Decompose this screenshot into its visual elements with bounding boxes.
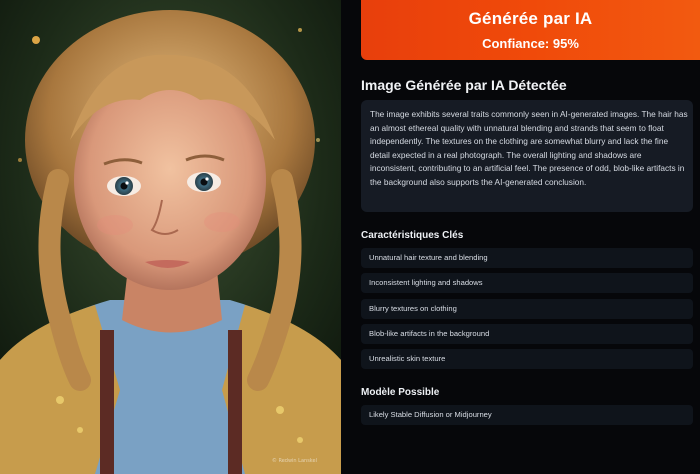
analysis-description: The image exhibits several traits common… [370,109,688,187]
features-title: Caractéristiques Clés [361,230,464,241]
feature-item: Unrealistic skin texture [361,349,693,369]
feature-item-label: Inconsistent lighting and shadows [369,278,483,287]
confidence-score: Confiance: 95% [482,36,579,51]
feature-item-label: Unnatural hair texture and blending [369,253,488,262]
feature-item-label: Blurry textures on clothing [369,304,457,313]
feature-item: Unnatural hair texture and blending [361,248,693,268]
feature-item-label: Unrealistic skin texture [369,354,446,363]
model-title: Modèle Possible [361,387,440,398]
feature-item-label: Blob-like artifacts in the background [369,329,490,338]
image-watermark: © Redwin Lanskel [271,458,317,464]
model-value: Likely Stable Diffusion or Midjourney [369,410,492,419]
verdict-title: Générée par IA [468,9,593,28]
model-item: Likely Stable Diffusion or Midjourney [361,405,693,425]
analysis-screen: © Redwin Lanskel Générée par IA Confianc… [0,0,700,474]
analysis-title: Image Générée par IA Détectée [361,77,567,93]
verdict-banner: Générée par IA Confiance: 95% [361,0,700,60]
results-panel: Générée par IA Confiance: 95% Image Géné… [341,0,700,474]
feature-item: Blurry textures on clothing [361,299,693,319]
feature-item: Blob-like artifacts in the background [361,324,693,344]
analyzed-image: © Redwin Lanskel [0,0,341,474]
portrait-illustration [0,0,341,474]
analysis-description-card: The image exhibits several traits common… [361,100,693,212]
feature-item: Inconsistent lighting and shadows [361,273,693,293]
